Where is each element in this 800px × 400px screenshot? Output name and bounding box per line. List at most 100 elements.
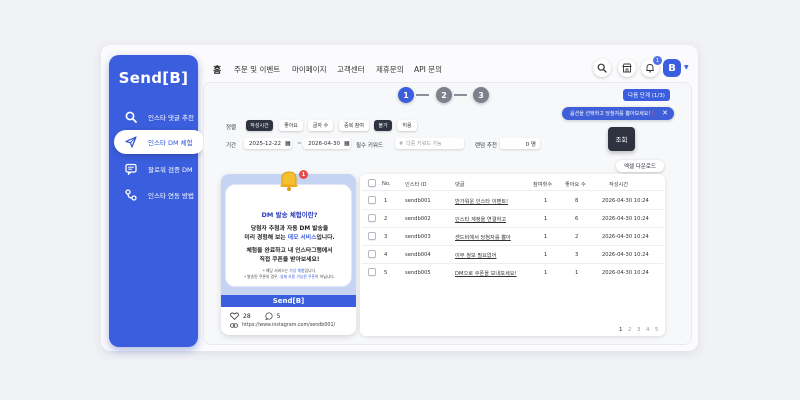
row-checkbox[interactable] [368,196,376,204]
tooltip-text: 옵션을 선택하고 당첨자를 뽑아보세요!❗ [570,111,657,117]
row-divider [362,209,663,210]
duplicate-allow[interactable]: 허용 [397,120,417,131]
brand-logo: Send[B] [118,69,189,87]
sidebar: Send[B] 인스타 댓글 추천 인스타 DM 체험 팔로워 검증 DM 인스… [109,55,205,347]
instagram-post-preview: DM 발송 체험이란? 당첨자 추첨과 자동 DM 발송을 미리 경험해 보는 … [221,174,356,335]
row-checkbox[interactable] [368,232,376,240]
preview-line: 당첨자 추첨과 자동 DM 발송을 [250,226,329,232]
comment-icon[interactable] [264,312,273,320]
row-time: 2026-04-30 10:24 [602,252,649,258]
page-3[interactable]: 3 [637,327,641,333]
page-4[interactable]: 4 [646,327,650,333]
sort-created-time[interactable]: 작성시간 [246,120,273,131]
row-no: 5 [384,270,388,276]
keyword-input[interactable]: # 다중 키워드 가능 [395,138,464,149]
row-no: 3 [384,234,388,240]
row-comment[interactable]: 이무 정보 필요없어 [455,252,496,259]
next-step-button[interactable]: 다음 단계 (1/3) [623,89,670,101]
nav-partnership[interactable]: 제휴문의 [376,64,404,75]
period-label: 기간 [226,143,237,149]
step-1[interactable]: 1 [398,87,414,103]
preview-line: 직접 쿠폰을 받아보세요! [259,257,320,263]
col-no: No. [382,181,391,187]
header-divider [362,190,663,191]
notification-button[interactable]: 1 [641,56,662,77]
duplicate-entry-label: 중복 참여 [339,120,369,131]
nav-api-inquiry[interactable]: API 문의 [414,64,442,75]
sort-likes[interactable]: 좋아요 [279,120,303,131]
store-button[interactable] [618,59,636,77]
row-count: 1 [544,198,548,204]
row-comment[interactable]: 센드비에서 당첨자를 뽑아 [455,234,511,241]
preview-title: DM 발송 체험이란? [261,211,318,219]
end-date-field[interactable]: 2026-04-30 ▦ [303,138,351,149]
row-likes: 8 [575,198,579,204]
row-no: 4 [384,252,388,258]
excel-download-button[interactable]: 엑셀 다운로드 [616,160,664,172]
search-icon [124,110,138,124]
date-separator: ~ [297,141,302,147]
row-id: sendb005 [405,270,431,276]
end-date-value: 2026-04-30 [308,140,340,147]
row-divider [362,245,663,246]
row-count: 1 [544,234,548,240]
calendar-icon[interactable]: ▦ [285,140,291,147]
sort-char-count[interactable]: 글자 수 [308,120,333,131]
post-link[interactable]: https://www.instagram.com/sendb001/ [230,323,335,328]
col-comment: 댓글 [455,182,465,188]
keyword-label: 필수 키워드 [356,143,384,149]
guide-tooltip: 옵션을 선택하고 당첨자를 뽑아보세요!❗ ✕ [562,107,674,120]
query-button[interactable]: 조회 [608,127,635,151]
row-count: 1 [544,270,548,276]
step-2[interactable]: 2 [436,87,452,103]
random-pick-input[interactable]: 0 명 [500,138,540,149]
nav-mypage[interactable]: 마이페이지 [292,64,327,75]
nav-home[interactable]: 홈 [213,63,221,76]
preview-note: * 발송된 쿠폰의 경우, 실제 사용 가능한 쿠폰이 아닙니다. [244,274,335,279]
sidebar-item-label: 인스타 댓글 추천 [148,114,194,122]
step-3[interactable]: 3 [473,87,489,103]
col-likes: 좋아요 수 [565,182,586,188]
select-all-checkbox[interactable] [368,179,376,187]
duplicate-deny[interactable]: 불가 [374,120,392,131]
row-likes: 1 [575,270,579,276]
info-bubble: DM 발송 체험이란? 당첨자 추첨과 자동 DM 발송을 미리 경험해 보는 … [225,184,352,287]
row-comment[interactable]: 인스타 계정을 연결하고 [455,216,506,223]
sidebar-item-label: 팔로워 검증 DM [148,166,193,174]
bell-icon [280,171,298,191]
sidebar-item-comment-recommend[interactable]: 인스타 댓글 추천 [114,105,205,129]
heart-icon[interactable] [230,312,239,320]
sidebar-item-follower-dm[interactable]: 팔로워 검증 DM [114,157,205,181]
page-5[interactable]: 5 [655,327,659,333]
row-time: 2026-04-30 10:24 [602,270,649,276]
keyword-placeholder: 다중 키워드 가능 [406,141,442,147]
close-icon[interactable]: ✕ [662,109,668,117]
bell-icon [646,64,654,73]
search-icon [597,63,607,73]
start-date-field[interactable]: 2025-12-22 ▦ [244,138,292,149]
row-time: 2026-04-30 10:24 [602,216,649,222]
page-1[interactable]: 1 [619,327,623,333]
step-connector [454,94,467,96]
chevron-down-icon[interactable]: ▼ [684,64,689,71]
sidebar-item-dm-trial[interactable]: 인스타 DM 체험 [114,130,205,154]
row-checkbox[interactable] [368,214,376,222]
link-icon [230,323,238,328]
sidebar-item-instagram-connect[interactable]: 인스타 연동 방법 [114,183,205,207]
row-comment[interactable]: DM으로 쿠폰을 보내보세요! [455,270,517,277]
comment-count: 5 [276,312,281,320]
row-comment[interactable]: 반가워운 인스타 이벤트! [455,198,508,205]
nav-customer-center[interactable]: 고객센터 [337,64,365,75]
row-checkbox[interactable] [368,268,376,276]
post-url: https://www.instagram.com/sendb001/ [242,323,336,328]
calendar-icon[interactable]: ▦ [344,140,350,147]
row-checkbox[interactable] [368,250,376,258]
avatar[interactable]: B [663,59,681,77]
search-button[interactable] [593,59,611,77]
row-time: 2026-04-30 10:24 [602,198,649,204]
page-2[interactable]: 2 [628,327,632,333]
nav-orders-events[interactable]: 주문 및 이벤트 [234,64,280,75]
chat-icon [124,162,138,176]
row-divider [362,263,663,264]
top-navbar: 홈 주문 및 이벤트 마이페이지 고객센터 제휴문의 API 문의 1 B ▼ [200,56,694,82]
